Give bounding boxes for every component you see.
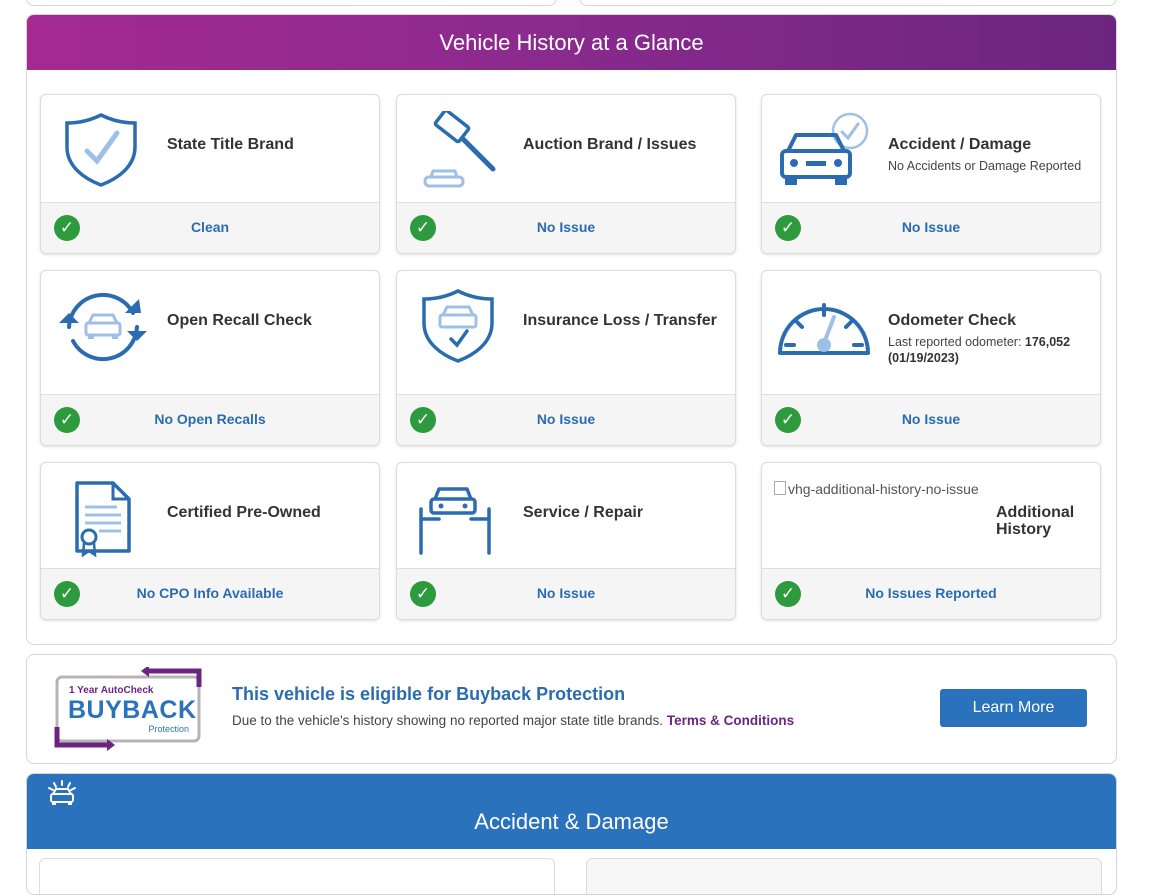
glance-header: Vehicle History at a Glance — [27, 15, 1116, 70]
buyback-logo-line1: 1 Year AutoCheck — [69, 685, 154, 696]
accident-damage-section: Accident & Damage — [26, 773, 1117, 895]
card-status-bar: ✓ No Issue — [397, 394, 735, 445]
green-check-icon: ✓ — [775, 407, 801, 433]
card-status-bar: ✓ No CPO Info Available — [41, 568, 379, 619]
accident-damage-title: Accident & Damage — [474, 809, 669, 834]
card-title: Certified Pre-Owned — [167, 504, 321, 521]
shield-check-icon — [63, 111, 139, 192]
buyback-protection-banner: 1 Year AutoCheck BUYBACK Protection This… — [26, 654, 1117, 764]
car-lift-icon — [417, 479, 493, 562]
green-check-icon: ✓ — [410, 581, 436, 607]
accident-damage-header: Accident & Damage — [27, 774, 1116, 849]
card-auction-brand: Auction Brand / Issues ✓ No Issue — [396, 94, 736, 254]
green-check-icon: ✓ — [410, 407, 436, 433]
card-status-bar: ✓ No Open Recalls — [41, 394, 379, 445]
green-check-icon: ✓ — [54, 407, 80, 433]
odometer-label: Last reported odometer: — [888, 335, 1025, 349]
card-status: No CPO Info Available — [136, 585, 284, 601]
buyback-description: Due to the vehicle's history showing no … — [232, 713, 794, 728]
card-status: No Issue — [536, 411, 596, 427]
previous-section-card-right — [579, 0, 1117, 6]
card-status: No Issue — [536, 585, 596, 601]
card-status: No Issue — [901, 219, 961, 235]
buyback-logo-line2: BUYBACK — [68, 696, 197, 724]
buyback-title: This vehicle is eligible for Buyback Pro… — [232, 684, 626, 704]
card-status-bar: ✓ No Issue — [397, 202, 735, 253]
card-status: No Issue — [901, 411, 961, 427]
card-status: Clean — [190, 219, 230, 235]
vehicle-history-glance-panel: Vehicle History at a Glance State Title … — [26, 14, 1117, 645]
recall-cycle-icon — [55, 287, 151, 372]
previous-section-card-left — [26, 0, 557, 6]
card-status: No Open Recalls — [154, 411, 266, 427]
green-check-icon: ✓ — [54, 581, 80, 607]
card-open-recall: Open Recall Check ✓ No Open Recalls — [40, 270, 380, 446]
gavel-icon — [419, 108, 499, 194]
green-check-icon: ✓ — [54, 215, 80, 241]
certificate-icon — [71, 479, 137, 562]
card-status-bar: ✓ No Issue — [762, 394, 1100, 445]
odometer-icon — [774, 295, 874, 364]
green-check-icon: ✓ — [775, 581, 801, 607]
card-status-bar: ✓ No Issue — [762, 202, 1100, 253]
accident-subcard-right — [586, 858, 1102, 894]
card-certified-pre-owned: Certified Pre-Owned ✓ No CPO Info Availa… — [40, 462, 380, 620]
card-status-bar: ✓ No Issues Reported — [762, 568, 1100, 619]
card-insurance-loss: Insurance Loss / Transfer ✓ No Issue — [396, 270, 736, 446]
card-service-repair: Service / Repair ✓ No Issue — [396, 462, 736, 620]
card-title: Accident / Damage — [888, 136, 1032, 153]
car-check-icon — [778, 111, 870, 194]
card-title: Additional History — [996, 504, 1075, 538]
card-status-bar: ✓ No Issue — [397, 568, 735, 619]
buyback-logo-line3: Protection — [148, 724, 189, 734]
card-odometer: Odometer Check Last reported odometer: 1… — [761, 270, 1101, 446]
card-title: Insurance Loss / Transfer — [523, 312, 717, 329]
card-accident-damage: Accident / Damage No Accidents or Damage… — [761, 94, 1101, 254]
card-state-title-brand: State Title Brand ✓ Clean — [40, 94, 380, 254]
card-title: Open Recall Check — [167, 312, 312, 329]
terms-conditions-link[interactable]: Terms & Conditions — [667, 713, 794, 728]
learn-more-button[interactable]: Learn More — [940, 689, 1087, 727]
card-subtitle: Last reported odometer: 176,052 (01/19/2… — [888, 334, 1093, 366]
card-additional-history: vhg-additional-history-no-issue Addition… — [761, 462, 1101, 620]
card-subtitle: No Accidents or Damage Reported — [888, 159, 1082, 173]
buyback-logo: 1 Year AutoCheck BUYBACK Protection — [53, 667, 203, 751]
card-title: Odometer Check — [888, 312, 1017, 329]
broken-image-icon: vhg-additional-history-no-issue — [774, 481, 979, 497]
buyback-description-text: Due to the vehicle's history showing no … — [232, 713, 664, 728]
green-check-icon: ✓ — [410, 215, 436, 241]
card-title: Service / Repair — [523, 504, 644, 521]
card-title: State Title Brand — [167, 136, 294, 153]
card-status: No Issues Reported — [865, 585, 997, 601]
card-status-bar: ✓ Clean — [41, 202, 379, 253]
green-check-icon: ✓ — [775, 215, 801, 241]
accident-subcard-left — [39, 858, 555, 894]
card-title: Auction Brand / Issues — [523, 136, 697, 153]
shield-car-icon — [419, 287, 497, 368]
card-status: No Issue — [536, 219, 596, 235]
